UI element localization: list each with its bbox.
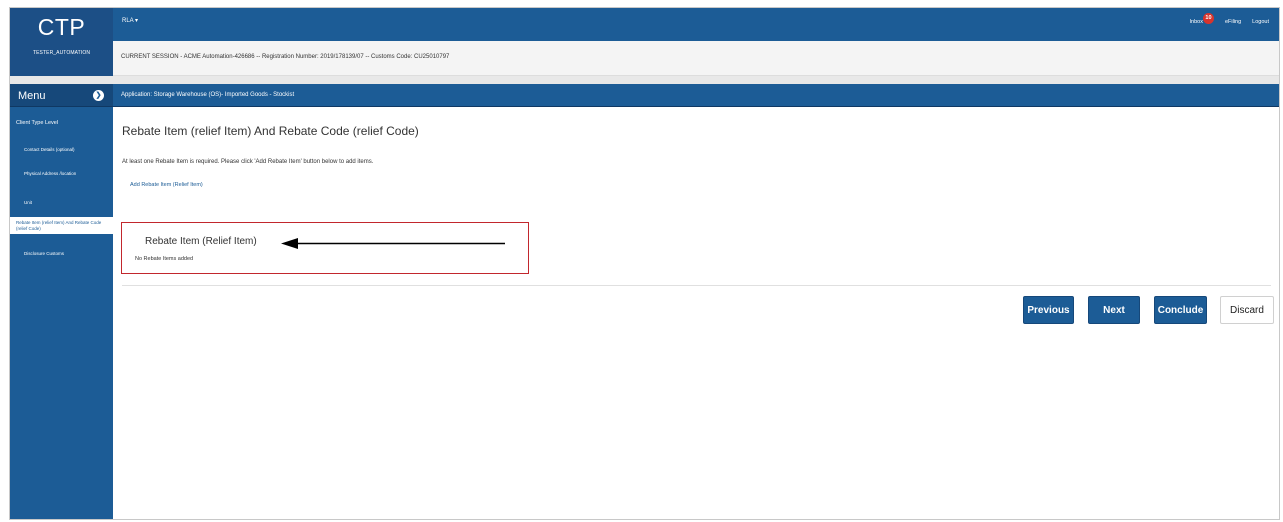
page-frame: CTP TESTER_AUTOMATION RLA ▾ Inbox 10 eFi… [9,7,1280,520]
top-bar: RLA ▾ Inbox 10 eFiling Logout [113,8,1279,41]
rebate-items-heading: Rebate Item (Relief Item) [145,236,257,247]
logout-link[interactable]: Logout [1252,19,1269,25]
inbox-link[interactable]: Inbox 10 [1189,13,1214,27]
add-rebate-item-link[interactable]: Add Rebate Item (Relief Item) [130,182,203,188]
page-title: Rebate Item (relief Item) And Rebate Cod… [122,124,419,138]
conclude-button[interactable]: Conclude [1154,296,1207,324]
arrow-left-icon [281,238,505,249]
logged-in-user: TESTER_AUTOMATION [32,50,91,56]
next-button[interactable]: Next [1088,296,1140,324]
content-divider [122,285,1271,286]
application-title: Application: Storage Warehouse (OS)- Imp… [121,92,295,98]
separator-band [10,76,1279,84]
logo: CTP TESTER_AUTOMATION [10,8,113,76]
application-bar: Application: Storage Warehouse (OS)- Imp… [113,84,1279,107]
main-content: Rebate Item (relief Item) And Rebate Cod… [113,107,1279,519]
menu-header: Menu ❯ [10,84,113,107]
inbox-count-badge: 10 [1202,13,1214,24]
previous-button[interactable]: Previous [1023,296,1074,324]
sidebar-item-contact-details[interactable]: Contact Details (optional) [24,147,104,153]
efiling-link[interactable]: eFiling [1225,19,1241,25]
app-dropdown[interactable]: RLA ▾ [122,17,138,24]
top-links: Inbox 10 eFiling Logout [1189,13,1269,27]
session-text: CURRENT SESSION - ACME Automation-426686… [121,54,450,60]
menu-title: Menu [18,90,46,102]
chevron-right-icon[interactable]: ❯ [93,90,104,101]
rebate-items-empty-text: No Rebate Items added [135,256,194,262]
session-bar: CURRENT SESSION - ACME Automation-426686… [113,41,1279,76]
sidebar-item-rebate-item[interactable]: Rebate Item (relief Item) And Rebate Cod… [10,217,113,234]
sidebar: Menu ❯ Client Type Level Contact Details… [10,84,113,519]
sidebar-level-label: Client Type Level [16,120,59,126]
sidebar-item-physical-address[interactable]: Physical Address /location [24,171,104,177]
info-text: At least one Rebate Item is required. Pl… [122,159,374,165]
discard-button[interactable]: Discard [1220,296,1274,324]
sidebar-item-unit[interactable]: Unit [24,200,104,206]
inbox-label: Inbox [1189,18,1203,25]
logo-brand: CTP [37,14,86,40]
sidebar-item-disclosure-customs[interactable]: Disclosure Customs [24,251,104,257]
